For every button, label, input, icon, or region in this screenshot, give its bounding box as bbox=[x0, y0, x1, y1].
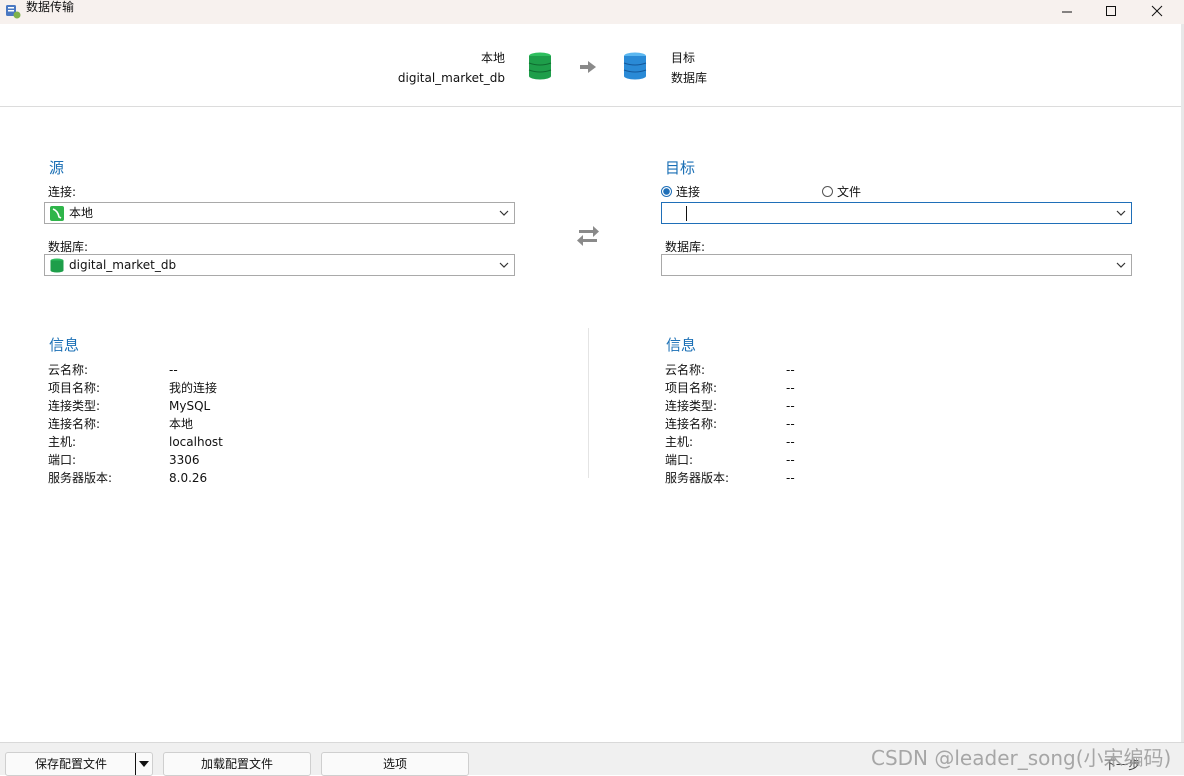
target-type-connection-radio[interactable]: 连接 bbox=[661, 183, 700, 200]
info-label: 服务器版本: bbox=[665, 471, 730, 485]
target-connection-select[interactable] bbox=[661, 202, 1132, 224]
info-value: -- bbox=[169, 363, 178, 377]
info-label: 主机: bbox=[665, 435, 694, 449]
info-value: 8.0.26 bbox=[169, 471, 208, 485]
info-label: 连接类型: bbox=[665, 399, 718, 413]
info-value: -- bbox=[786, 381, 795, 395]
target-database-icon bbox=[623, 52, 647, 80]
info-value: localhost bbox=[169, 435, 223, 449]
source-connection-select[interactable]: 本地 bbox=[44, 202, 515, 224]
save-config-button[interactable]: 保存配置文件 bbox=[5, 752, 153, 776]
source-database-icon bbox=[528, 52, 552, 80]
info-label: 项目名称: bbox=[665, 381, 718, 395]
transfer-summary-header: 本地 digital_market_db 目标 数据库 bbox=[0, 24, 1184, 107]
info-label: 端口: bbox=[665, 453, 694, 467]
watermark: CSDN @leader_song(小宋编码) bbox=[871, 746, 1172, 770]
info-value: -- bbox=[786, 417, 795, 431]
target-database-select[interactable] bbox=[661, 254, 1132, 276]
data-transfer-app-icon bbox=[6, 5, 21, 19]
load-config-button[interactable]: 加载配置文件 bbox=[163, 752, 311, 776]
maximize-button[interactable] bbox=[1088, 0, 1134, 22]
caret-down-icon bbox=[139, 761, 149, 767]
radio-unselected-icon bbox=[822, 186, 833, 197]
info-value: MySQL bbox=[169, 399, 211, 413]
info-value: -- bbox=[786, 399, 795, 413]
chevron-down-icon bbox=[1116, 210, 1126, 216]
target-summary-connection: 目标 bbox=[671, 51, 696, 65]
target-database-label: 数据库: bbox=[665, 240, 706, 254]
source-database-select[interactable]: digital_market_db bbox=[44, 254, 515, 276]
target-type-file-radio[interactable]: 文件 bbox=[822, 183, 861, 200]
window-title: 数据传输 bbox=[26, 0, 75, 14]
info-label: 连接类型: bbox=[48, 399, 101, 413]
info-value: 3306 bbox=[169, 453, 200, 467]
info-value: -- bbox=[786, 435, 795, 449]
save-config-label: 保存配置文件 bbox=[34, 757, 107, 771]
info-label: 端口: bbox=[48, 453, 77, 467]
load-config-label: 加载配置文件 bbox=[200, 757, 273, 771]
info-label: 服务器版本: bbox=[48, 471, 113, 485]
source-connection-value: 本地 bbox=[69, 206, 94, 220]
info-value: 本地 bbox=[169, 417, 194, 431]
target-type-connection-label: 连接 bbox=[676, 185, 701, 199]
target-summary-database: 数据库 bbox=[671, 71, 708, 85]
info-label: 云名称: bbox=[48, 363, 89, 377]
minimize-icon bbox=[1062, 11, 1072, 13]
database-icon bbox=[50, 258, 64, 273]
info-label: 云名称: bbox=[665, 363, 706, 377]
source-connection-label: 连接: bbox=[48, 185, 77, 199]
chevron-down-icon bbox=[499, 262, 509, 268]
info-label: 主机: bbox=[48, 435, 77, 449]
close-button[interactable] bbox=[1134, 0, 1180, 22]
info-label: 连接名称: bbox=[665, 417, 718, 431]
options-button[interactable]: 选项 bbox=[321, 752, 469, 776]
info-divider bbox=[588, 328, 589, 478]
source-database-value: digital_market_db bbox=[69, 258, 177, 272]
title-bar: 数据传输 bbox=[0, 0, 1184, 24]
source-database-label: 数据库: bbox=[48, 240, 89, 254]
radio-selected-icon bbox=[661, 186, 672, 197]
info-label: 连接名称: bbox=[48, 417, 101, 431]
info-value: -- bbox=[786, 363, 795, 377]
swap-direction-icon[interactable] bbox=[576, 225, 600, 247]
source-summary-connection: 本地 bbox=[480, 51, 505, 65]
source-summary: 本地 digital_market_db bbox=[398, 48, 505, 88]
close-icon bbox=[1151, 5, 1163, 17]
info-value: -- bbox=[786, 453, 795, 467]
info-value: -- bbox=[786, 471, 795, 485]
target-title: 目标 bbox=[665, 159, 696, 177]
target-summary: 目标 数据库 bbox=[671, 48, 707, 88]
options-label: 选项 bbox=[382, 757, 407, 771]
mysql-connection-icon bbox=[50, 206, 64, 221]
source-summary-database: digital_market_db bbox=[397, 71, 505, 85]
transfer-arrow-icon bbox=[580, 61, 596, 73]
target-type-file-label: 文件 bbox=[837, 185, 862, 199]
chevron-down-icon bbox=[499, 210, 509, 216]
info-value: 我的连接 bbox=[169, 381, 218, 395]
save-config-dropdown[interactable] bbox=[135, 753, 152, 775]
text-caret bbox=[686, 206, 687, 221]
target-info-title: 信息 bbox=[666, 336, 697, 354]
source-info-title: 信息 bbox=[49, 336, 80, 354]
maximize-icon bbox=[1106, 6, 1116, 16]
minimize-button[interactable] bbox=[1044, 0, 1090, 22]
source-title: 源 bbox=[49, 159, 65, 177]
chevron-down-icon bbox=[1116, 262, 1126, 268]
info-label: 项目名称: bbox=[48, 381, 101, 395]
